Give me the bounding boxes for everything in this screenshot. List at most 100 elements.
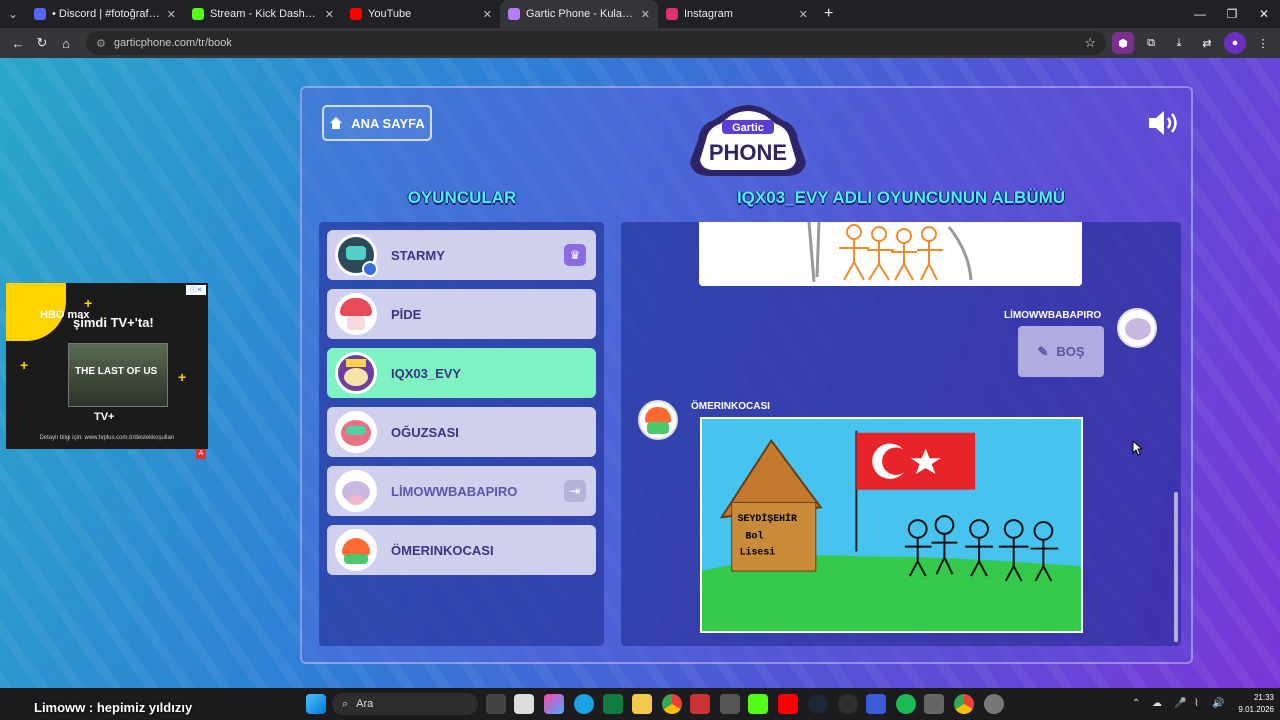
- mask-icon: [346, 246, 366, 260]
- speaker-icon[interactable]: [1147, 108, 1181, 138]
- extension-icon[interactable]: ⬢: [1112, 32, 1134, 54]
- tab-search-icon[interactable]: ⌄: [0, 0, 26, 28]
- player-row-omerinkocasi[interactable]: ÖMERINKOCASI: [327, 525, 596, 575]
- folder-icon[interactable]: [632, 694, 652, 714]
- chrome-active-icon[interactable]: [954, 694, 974, 714]
- spiral-eyes-icon: [346, 426, 366, 435]
- browser-tab-discord[interactable]: • Discord | #fotoğraf | Starr ✕: [26, 0, 184, 28]
- excel-icon[interactable]: [603, 694, 623, 714]
- spotify-icon[interactable]: [896, 694, 916, 714]
- bookmark-star-icon[interactable]: ☆: [1084, 35, 1096, 51]
- user-icon: [362, 261, 378, 277]
- drawing-previous: [699, 222, 1082, 286]
- store-icon[interactable]: [924, 694, 944, 714]
- home-icon[interactable]: ⌂: [54, 31, 78, 55]
- site-info-icon[interactable]: ⚙: [96, 37, 106, 50]
- tray-chevron-icon[interactable]: ⌃: [1132, 698, 1140, 709]
- avatar: [335, 529, 377, 571]
- player-name: PİDE: [391, 306, 422, 322]
- profile-avatar-icon[interactable]: ●: [1224, 32, 1246, 54]
- hbo-max-ad[interactable]: HBO max şimdi TV+'ta! THE LAST OF US TV+…: [6, 283, 208, 449]
- settings-gear-icon[interactable]: [984, 694, 1004, 714]
- mic-icon[interactable]: 🎤: [1174, 698, 1186, 709]
- mouse-cursor-icon: [1132, 440, 1142, 456]
- tab-title: Gartic Phone - Kulaktan Kulağa: [526, 8, 635, 20]
- chrome-icon[interactable]: [662, 694, 682, 714]
- app-icon[interactable]: [690, 694, 710, 714]
- player-name: LİMOWWBABAPIRO: [391, 483, 518, 499]
- home-button[interactable]: ANA SAYFA: [322, 105, 432, 141]
- avatar: [335, 470, 377, 512]
- avatar-snout: [348, 495, 364, 505]
- wifi-icon[interactable]: ⌇: [1194, 698, 1199, 709]
- album-heading: IQX03_EVY ADLI OYUNCUNUN ALBÜMÜ: [736, 188, 1066, 207]
- close-icon[interactable]: ✕: [799, 8, 808, 21]
- album-feed: LİMOWWBABAPIRO ✎ BOŞ ÖMERINKOCASI SEYDİŞ…: [621, 222, 1181, 646]
- new-tab-button[interactable]: +: [816, 5, 841, 23]
- kick-icon[interactable]: [748, 694, 768, 714]
- minimize-button[interactable]: —: [1184, 0, 1216, 28]
- player-row-oguzsasi[interactable]: OĞUZSASI: [327, 407, 596, 457]
- volume-icon[interactable]: 🔊: [1212, 698, 1224, 709]
- album-scrollbar[interactable]: [1174, 492, 1178, 642]
- tv-plus-logo: TV+: [94, 411, 115, 423]
- players-heading: OYUNCULAR: [407, 188, 517, 207]
- cow-icon: [1125, 318, 1151, 340]
- menu-kebab-icon[interactable]: ⋮: [1252, 32, 1274, 54]
- tab-title: YouTube: [368, 8, 412, 20]
- close-icon[interactable]: ✕: [167, 8, 176, 21]
- player-name: STARMY: [391, 247, 445, 263]
- browser-tab-gartic[interactable]: Gartic Phone - Kulaktan Kulağa ✕: [500, 0, 658, 28]
- close-icon[interactable]: ✕: [483, 8, 492, 21]
- calculator-icon[interactable]: [720, 694, 740, 714]
- avatar: [335, 293, 377, 335]
- gartic-icon: [508, 8, 520, 20]
- mushroom-icon: [340, 298, 372, 316]
- player-row-limowwbabapiro[interactable]: LİMOWWBABAPIRO ⇥: [327, 466, 596, 516]
- house-icon: [330, 117, 343, 129]
- obs-icon[interactable]: [838, 694, 858, 714]
- ad-info-icon[interactable]: ⓘ✕: [186, 285, 206, 295]
- close-icon[interactable]: ✕: [641, 8, 650, 21]
- maximize-button[interactable]: ❐: [1216, 0, 1248, 28]
- back-arrow-icon[interactable]: ←: [6, 31, 30, 55]
- close-icon[interactable]: ✕: [325, 8, 334, 21]
- translate-icon[interactable]: ⇄: [1196, 32, 1218, 54]
- avatar-face: [344, 368, 368, 386]
- youtube-icon[interactable]: [778, 694, 798, 714]
- plus-icon: +: [178, 369, 187, 385]
- copilot-icon[interactable]: [544, 694, 564, 714]
- ad-poster: THE LAST OF US: [68, 343, 168, 407]
- browser-tab-kick[interactable]: Stream - Kick Dashboard ✕: [184, 0, 342, 28]
- cloud-icon[interactable]: ☁: [1152, 698, 1162, 709]
- extensions-puzzle-icon[interactable]: ⧉: [1140, 32, 1162, 54]
- browser-toolbar: ← ↻ ⌂ ⚙ garticphone.com/tr/book ☆ ⬢ ⧉ ⤓ …: [0, 28, 1280, 58]
- empty-entry-button: ✎ BOŞ: [1018, 326, 1104, 377]
- browser-tab-youtube[interactable]: YouTube ✕: [342, 0, 500, 28]
- windows-start-icon[interactable]: [306, 694, 326, 714]
- drawing-text-line2: Bol: [746, 531, 764, 542]
- download-icon[interactable]: ⤓: [1168, 32, 1190, 54]
- player-row-iqx03-evy[interactable]: IQX03_EVY: [327, 348, 596, 398]
- steam-icon[interactable]: [808, 694, 828, 714]
- plus-icon: +: [20, 357, 29, 373]
- taskbar-search[interactable]: ⌕ Ara: [332, 693, 478, 715]
- ad-choices-icon[interactable]: A: [196, 449, 206, 459]
- address-bar[interactable]: ⚙ garticphone.com/tr/book ☆: [86, 31, 1106, 55]
- reload-icon[interactable]: ↻: [30, 31, 54, 55]
- instagram-icon: [666, 8, 678, 20]
- drawing-text-line1: SEYDİŞEHİR: [738, 513, 797, 524]
- browser-tab-instagram[interactable]: Instagram ✕: [658, 0, 816, 28]
- task-view-icon[interactable]: [486, 694, 506, 714]
- close-window-button[interactable]: ✕: [1248, 0, 1280, 28]
- file-icon[interactable]: [514, 694, 534, 714]
- clock-date: 9.01.2026: [1238, 705, 1274, 714]
- player-row-pide[interactable]: PİDE: [327, 289, 596, 339]
- system-clock[interactable]: 21:33 9.01.2026: [1238, 692, 1274, 716]
- edge-icon[interactable]: [574, 694, 594, 714]
- player-row-starmy[interactable]: STARMY ♛: [327, 230, 596, 280]
- ad-footer: Detaylı bilgi için: www.tvplus.com.tr/de…: [39, 435, 175, 441]
- drawing-text-line3: Lisesi: [740, 546, 776, 557]
- empty-entry-label: BOŞ: [1056, 344, 1085, 359]
- app-icon[interactable]: [866, 694, 886, 714]
